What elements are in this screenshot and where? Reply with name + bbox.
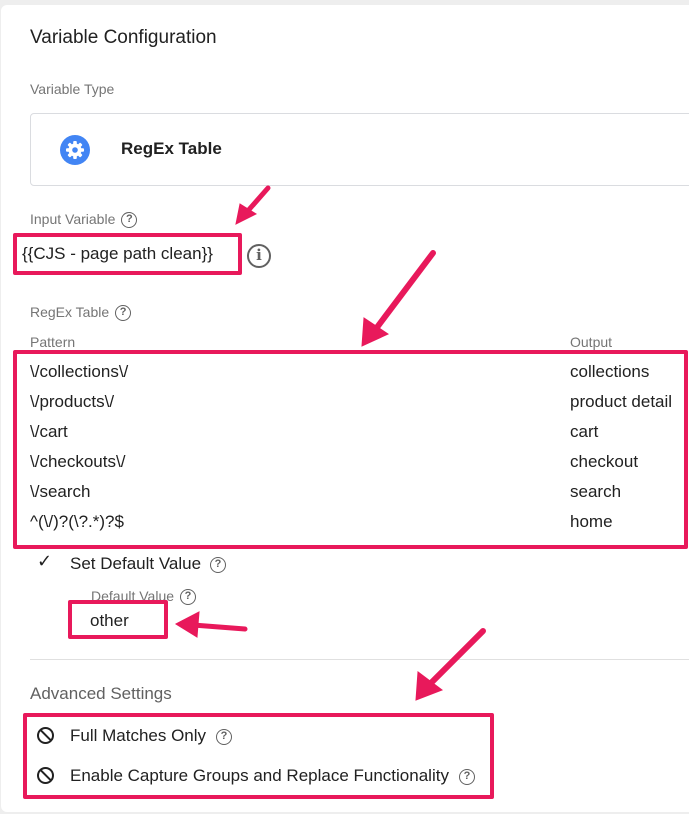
annotation-arrows [174,185,486,701]
arrow-default-value [190,622,248,632]
arrow-advanced-settings [425,628,486,689]
arrow-regex-table [372,250,436,333]
